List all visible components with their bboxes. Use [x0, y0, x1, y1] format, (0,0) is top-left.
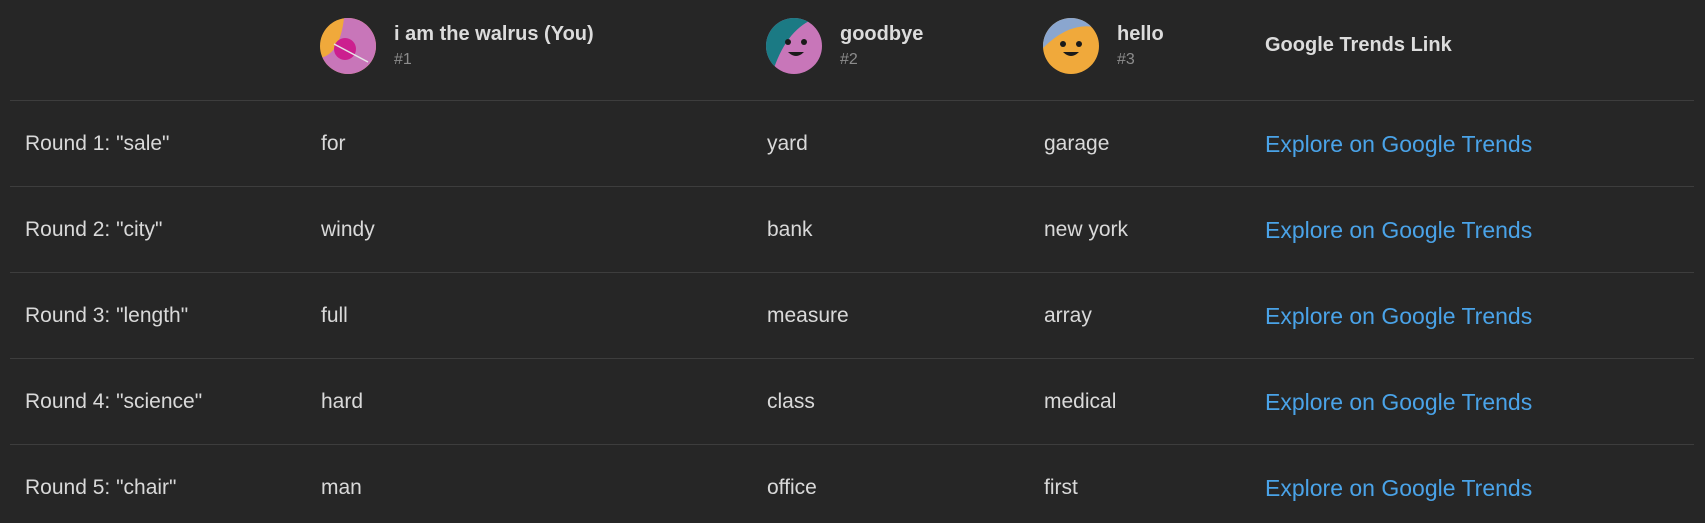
google-trends-link[interactable]: Explore on Google Trends — [1265, 445, 1532, 523]
player-name: i am the walrus (You) — [394, 23, 594, 45]
round-label: Round 2: "city" — [25, 218, 163, 241]
table-row: Round 2: "city" windy bank new york Expl… — [10, 186, 1694, 273]
player-avatar-1 — [320, 18, 376, 74]
google-trends-link[interactable]: Explore on Google Trends — [1265, 101, 1532, 187]
player-2-answer: yard — [767, 132, 808, 155]
table-row: Round 3: "length" full measure array Exp… — [10, 272, 1694, 359]
player-3-answer: medical — [1044, 390, 1117, 413]
google-trends-link[interactable]: Explore on Google Trends — [1265, 187, 1532, 273]
player-column-header-2: goodbye #2 — [766, 18, 923, 74]
player-1-answer: windy — [321, 218, 375, 241]
player-3-answer: new york — [1044, 218, 1129, 241]
orange-pink-avatar-icon — [320, 18, 376, 74]
teal-pink-smiley-avatar-icon — [766, 18, 822, 74]
round-label: Round 5: "chair" — [25, 476, 177, 499]
player-1-answer: full — [321, 304, 348, 327]
player-rank: #3 — [1117, 51, 1135, 68]
round-label: Round 1: "sale" — [25, 132, 170, 155]
round-label: Round 4: "science" — [25, 390, 203, 413]
round-label: Round 3: "length" — [25, 304, 189, 327]
player-avatar-3 — [1043, 18, 1099, 74]
player-name: goodbye — [840, 23, 924, 45]
player-2-answer: bank — [767, 218, 813, 241]
player-1-answer: hard — [321, 390, 364, 413]
player-rank: #1 — [394, 51, 412, 68]
table-row: Round 1: "sale" for yard garage Explore … — [10, 100, 1694, 187]
player-2-answer: measure — [767, 304, 849, 327]
player-column-header-1: i am the walrus (You) #1 — [320, 18, 594, 74]
player-1-answer: man — [321, 476, 362, 499]
player-3-answer: garage — [1044, 132, 1110, 155]
results-table: i am the walrus (You) #1 goodbye #2 hell… — [0, 0, 1705, 523]
table-row: Round 5: "chair" man office first Explor… — [10, 444, 1694, 523]
player-1-answer: for — [321, 132, 346, 155]
player-avatar-2 — [766, 18, 822, 74]
google-trends-link[interactable]: Explore on Google Trends — [1265, 359, 1532, 445]
google-trends-column-header: Google Trends Link — [1265, 34, 1452, 56]
player-2-answer: office — [767, 476, 817, 499]
player-3-answer: first — [1044, 476, 1078, 499]
orange-smiley-avatar-icon — [1043, 18, 1099, 74]
player-3-answer: array — [1044, 304, 1092, 327]
table-header: i am the walrus (You) #1 goodbye #2 hell… — [0, 0, 1705, 100]
player-name: hello — [1117, 23, 1164, 45]
player-rank: #2 — [840, 51, 858, 68]
player-2-answer: class — [767, 390, 815, 413]
google-trends-link[interactable]: Explore on Google Trends — [1265, 273, 1532, 359]
player-column-header-3: hello #3 — [1043, 18, 1164, 74]
table-row: Round 4: "science" hard class medical Ex… — [10, 358, 1694, 445]
